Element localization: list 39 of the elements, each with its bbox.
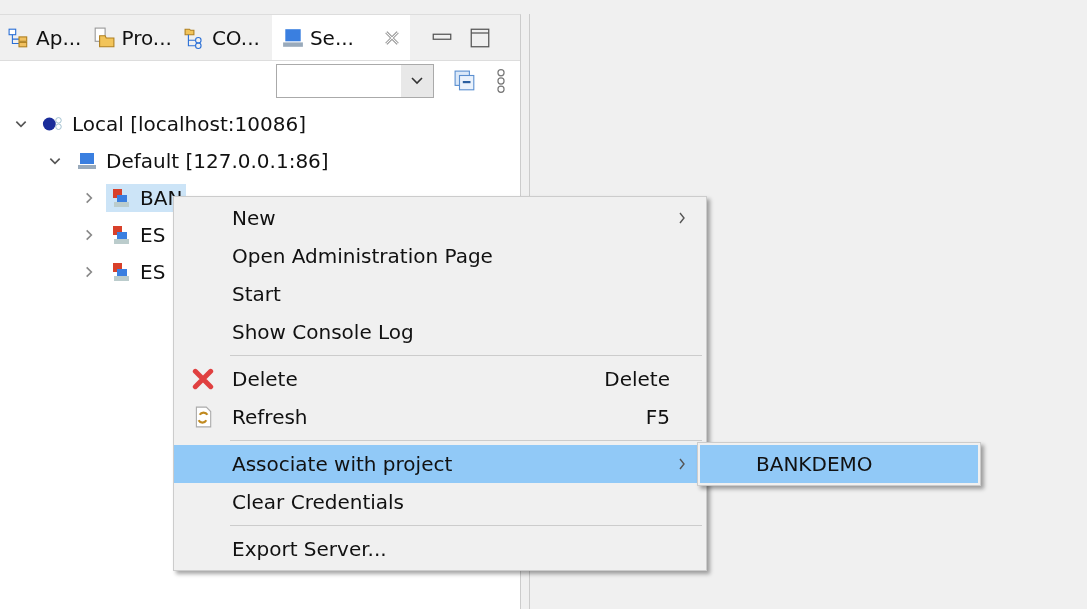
maximize-icon[interactable]	[469, 27, 490, 48]
menu-item-label: Export Server...	[232, 537, 388, 561]
menu-item-label: Associate with project	[232, 452, 454, 476]
view-tab[interactable]: Pro...	[93, 15, 184, 60]
tree-item[interactable]: Default [127.0.0.1:86]	[72, 146, 333, 175]
delete-icon	[192, 368, 214, 390]
menu-item[interactable]: Export Server...	[174, 530, 706, 568]
menu-item-label: Clear Credentials	[232, 490, 406, 514]
view-tab[interactable]: Ap...	[8, 15, 94, 60]
hierarchy-icon	[8, 26, 30, 49]
view-tab[interactable]: CO...	[183, 15, 272, 60]
more-options-icon[interactable]	[496, 68, 506, 94]
menu-item[interactable]: BANKDEMO	[700, 445, 978, 483]
collapse-all-icon[interactable]	[454, 70, 476, 92]
tree-item[interactable]: Local [localhost:10086]	[38, 109, 310, 138]
menu-item-label: Refresh	[232, 405, 309, 429]
menu-item[interactable]: Start	[174, 275, 706, 313]
close-icon[interactable]	[383, 29, 400, 46]
menu-item[interactable]: Refresh F5	[174, 398, 706, 436]
filter-dropdown[interactable]	[276, 64, 434, 98]
server-icon	[110, 224, 132, 245]
menu-item[interactable]: Open Administration Page	[174, 237, 706, 275]
view-tab[interactable]: Se...	[271, 15, 410, 60]
menu-item[interactable]: Show Console Log	[174, 313, 706, 351]
menu-item-label: Start	[232, 282, 282, 306]
folder-icon	[93, 26, 116, 49]
server-icon	[110, 187, 132, 208]
menu-item-label: Show Console Log	[232, 320, 415, 344]
menu-item[interactable]: Delete Delete	[174, 360, 706, 398]
tree-item[interactable]: ES	[106, 220, 170, 249]
monitor-icon	[76, 150, 98, 171]
tree-item[interactable]: ES	[106, 257, 170, 286]
chevron-down-icon	[411, 77, 423, 85]
menu-item-label: Open Administration Page	[232, 244, 494, 268]
menu-item-label: New	[232, 206, 277, 230]
menu-item[interactable]: Clear Credentials	[174, 483, 706, 521]
menu-item-label: Delete	[232, 367, 299, 391]
monitor-icon	[281, 26, 304, 49]
server-icon	[110, 261, 132, 282]
